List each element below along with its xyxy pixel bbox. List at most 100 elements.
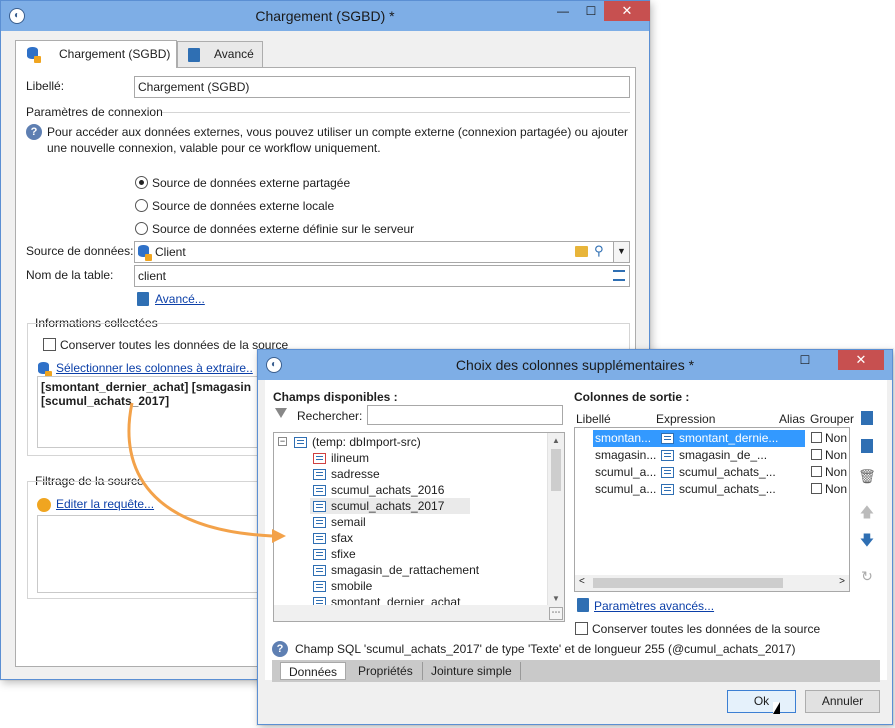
row-grouper: Non	[825, 448, 848, 462]
field-info-text: Champ SQL 'scumul_achats_2017' de type '…	[295, 642, 796, 656]
chevron-right-icon[interactable]: >	[839, 576, 845, 587]
info-text-1: Pour accéder aux données externes, vous …	[47, 125, 629, 139]
add-expression-icon[interactable]	[857, 438, 877, 458]
col-libelle[interactable]: Libellé	[576, 412, 611, 426]
search-icon[interactable]: ⚲	[594, 243, 604, 259]
tab-donnees-label: Données	[289, 665, 338, 679]
clipboard-icon	[577, 598, 589, 612]
field-icon	[661, 467, 674, 478]
tree-field-item[interactable]: scumul_achats_2016	[274, 482, 564, 498]
maximize-button[interactable]: ☐	[577, 1, 605, 21]
tree-field-item[interactable]: semail	[274, 514, 564, 530]
radio-shared-source[interactable]	[135, 176, 148, 189]
source-label: Source de données:	[26, 244, 134, 258]
hscroll-thumb[interactable]	[593, 578, 783, 588]
tree-field-item[interactable]: ilineum	[274, 450, 564, 466]
arrow-down-icon[interactable]: 🡇	[857, 530, 877, 550]
database-icon	[27, 47, 41, 63]
add-column-icon[interactable]	[857, 410, 877, 430]
tab-donnees[interactable]: Données	[280, 662, 347, 680]
output-row[interactable]: smagasin... smagasin_de_...	[575, 447, 849, 464]
edit-query-link[interactable]: Editer la requête...	[56, 497, 154, 511]
tab-avance[interactable]: Avancé	[177, 41, 263, 67]
tree-field-label: semail	[331, 515, 366, 529]
row-grouper: Non	[825, 465, 848, 479]
field-icon	[313, 565, 326, 576]
search-input[interactable]	[367, 405, 563, 425]
list-edit-icon[interactable]	[613, 270, 625, 281]
tree-field-item[interactable]: scumul_achats_2017	[310, 498, 470, 514]
tree-field-item[interactable]: sfax	[274, 530, 564, 546]
grouper-checkbox[interactable]	[811, 483, 822, 494]
dialog-keep-all-checkbox[interactable]	[575, 622, 588, 635]
tree-field-item[interactable]: sadresse	[274, 466, 564, 482]
tab-jointure[interactable]: Jointure simple	[422, 662, 521, 680]
refresh-icon[interactable]: ↻	[857, 566, 877, 586]
maximize-button[interactable]: ☐	[791, 350, 819, 370]
folder-icon[interactable]	[575, 246, 588, 257]
tab-proprietes[interactable]: Propriétés	[350, 662, 421, 680]
help-icon: ?	[272, 641, 288, 657]
cancel-button[interactable]: Annuler	[805, 690, 880, 713]
tree-field-label: scumul_achats_2016	[331, 483, 445, 497]
advanced-params-link[interactable]: Paramètres avancés...	[594, 599, 714, 613]
output-row[interactable]: scumul_a... scumul_achats_...	[575, 464, 849, 481]
tree-scrollbar[interactable]: ▲ ▼	[547, 433, 564, 607]
grouper-checkbox[interactable]	[811, 432, 822, 443]
col-expression[interactable]: Expression	[656, 412, 715, 426]
close-button[interactable]: ✕	[838, 350, 884, 370]
database-icon	[138, 245, 152, 261]
tree-hscroll	[274, 605, 564, 621]
output-header: Colonnes de sortie :	[574, 390, 690, 404]
trash-icon[interactable]: 🗑	[857, 466, 877, 486]
row-libelle: scumul_a...	[595, 482, 657, 496]
advanced-link[interactable]: Avancé...	[155, 292, 205, 306]
scroll-thumb[interactable]	[551, 449, 561, 491]
tree-field-label: smobile	[331, 579, 373, 593]
dialog-titlebar[interactable]: ◐ Choix des colonnes supplémentaires * ☐…	[258, 350, 892, 380]
row-expression: scumul_achats_...	[679, 465, 776, 479]
tree-field-label: sfixe	[331, 547, 356, 561]
grouper-checkbox[interactable]	[811, 466, 822, 477]
grouper-checkbox[interactable]	[811, 449, 822, 460]
more-button[interactable]: ⋯	[549, 607, 563, 620]
filter-funnel-icon	[275, 408, 287, 418]
grid-hscroll[interactable]: < >	[575, 575, 849, 591]
clipboard-icon	[137, 292, 149, 306]
tree-root[interactable]: − (temp: dbImport-src)	[274, 434, 564, 450]
field-icon	[313, 501, 326, 512]
source-value: Client	[155, 245, 186, 259]
ok-button[interactable]: Ok	[727, 690, 796, 713]
tree-field-label: sfax	[331, 531, 354, 545]
chevron-down-icon[interactable]: ▼	[613, 242, 629, 262]
source-input[interactable]: Client ⚲ ▼	[134, 241, 630, 263]
field-icon	[313, 485, 326, 496]
main-titlebar[interactable]: ◐ Chargement (SGBD) * — ☐ ✕	[1, 1, 650, 31]
minimize-button[interactable]: —	[549, 1, 577, 21]
col-alias[interactable]: Alias	[779, 412, 805, 426]
tree-field-label: scumul_achats_2017	[331, 499, 445, 513]
tab-jointure-label: Jointure simple	[431, 664, 512, 678]
table-input[interactable]: client	[134, 265, 630, 287]
select-columns-link[interactable]: Sélectionner les colonnes à extraire..	[56, 361, 253, 375]
radio-local-source[interactable]	[135, 199, 148, 212]
radio-server-source[interactable]	[135, 222, 148, 235]
tree-field-item[interactable]: smobile	[274, 578, 564, 594]
output-row[interactable]: scumul_a... scumul_achats_...	[575, 481, 849, 498]
tab-chargement[interactable]: Chargement (SGBD)	[15, 40, 177, 68]
dialog-client: Champs disponibles : Rechercher: − (temp…	[265, 380, 887, 717]
tab-proprietes-label: Propriétés	[358, 664, 413, 678]
chevron-left-icon[interactable]: <	[579, 576, 585, 587]
collapse-icon[interactable]: −	[278, 437, 287, 446]
keep-all-checkbox[interactable]	[43, 338, 56, 351]
libelle-input[interactable]: Chargement (SGBD)	[134, 76, 630, 98]
output-grid[interactable]: smontan... smontant_dernie... Non smagasin.…	[574, 427, 850, 592]
col-grouper[interactable]: Grouper	[810, 412, 854, 426]
fields-tree[interactable]: − (temp: dbImport-src) ilineum sadresse sc…	[273, 432, 565, 622]
scroll-up-arrow[interactable]: ▲	[548, 433, 564, 449]
tree-field-item[interactable]: smagasin_de_rattachement	[274, 562, 564, 578]
output-row[interactable]: smontan... smontant_dernie...	[593, 430, 805, 447]
tree-field-item[interactable]: sfixe	[274, 546, 564, 562]
arrow-up-icon[interactable]: 🡅	[857, 502, 877, 522]
close-button[interactable]: ✕	[604, 1, 650, 21]
